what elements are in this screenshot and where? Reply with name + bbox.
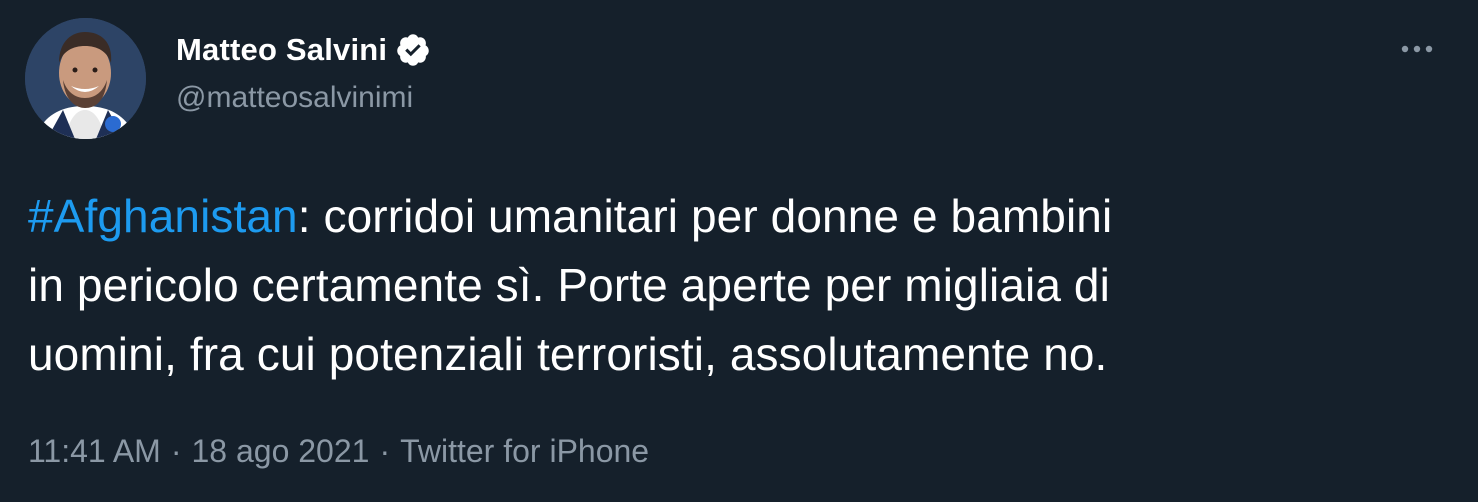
tweet-date[interactable]: 18 ago 2021: [191, 433, 369, 470]
author-name[interactable]: Matteo Salvini: [176, 32, 387, 68]
tweet-text-line-2: in pericolo certamente sì. Porte aperte …: [28, 259, 1110, 311]
tweet-source[interactable]: Twitter for iPhone: [400, 433, 649, 470]
verified-badge-icon: [397, 34, 429, 66]
meta-separator: ·: [379, 433, 391, 469]
more-options-icon[interactable]: [1397, 34, 1437, 64]
avatar-image: [25, 18, 146, 139]
tweet-time[interactable]: 11:41 AM: [28, 433, 161, 470]
tweet-text-line-1: #Afghanistan: corridoi umanitari per don…: [28, 182, 1448, 251]
tweet-text-line-3: uomini, fra cui potenziali terroristi, a…: [28, 328, 1108, 380]
meta-separator: ·: [170, 433, 182, 469]
tweet-text-segment: : corridoi umanitari per donne e bambini: [297, 190, 1113, 242]
author-name-row: Matteo Salvini: [176, 29, 431, 71]
tweet-meta: 11:41 AM · 18 ago 2021 · Twitter for iPh…: [28, 433, 649, 470]
author-handle[interactable]: @matteosalvinimi: [176, 81, 413, 115]
tweet-card: Matteo Salvini @matteosalvinimi #Afghani…: [0, 0, 1478, 502]
tweet-text: #Afghanistan: corridoi umanitari per don…: [28, 182, 1448, 389]
avatar[interactable]: [25, 18, 146, 139]
hashtag-link[interactable]: #Afghanistan: [28, 190, 298, 242]
